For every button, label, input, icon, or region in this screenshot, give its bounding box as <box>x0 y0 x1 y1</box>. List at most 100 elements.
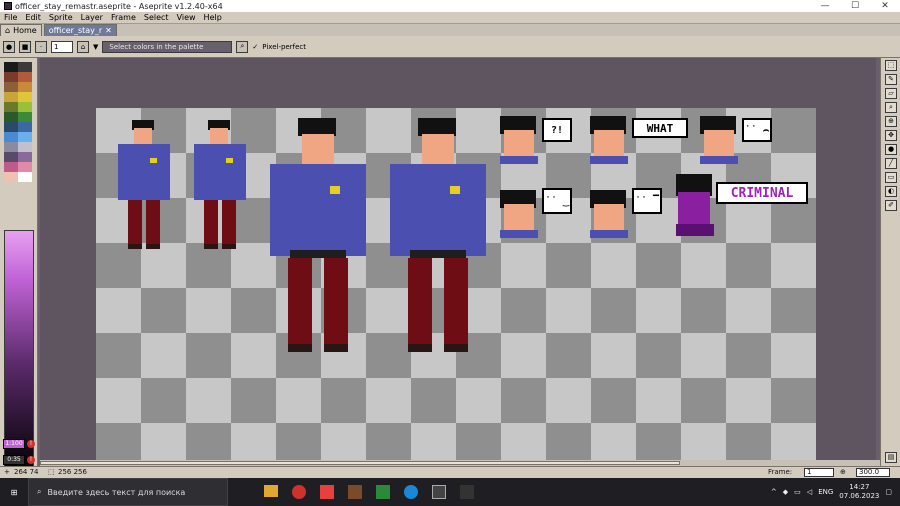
fill-tool-icon[interactable]: ● <box>885 144 897 155</box>
language-indicator[interactable]: ENG <box>818 488 833 496</box>
aseprite-app-icon <box>4 2 12 10</box>
alert-icon: ! <box>27 440 35 448</box>
timeline-toggle-icon[interactable]: ▤ <box>885 452 897 463</box>
menu-view[interactable]: View <box>173 12 200 23</box>
clock[interactable]: 14:27 07.06.2023 <box>839 483 879 501</box>
zoom-icon[interactable]: ⊕ <box>840 467 846 478</box>
palette-swatch[interactable] <box>18 152 32 162</box>
palette-swatch[interactable] <box>4 132 18 142</box>
frame-input[interactable]: 1 <box>804 468 834 477</box>
palette-swatch[interactable] <box>18 142 32 152</box>
brush-type-button[interactable]: ● <box>3 40 15 53</box>
sprite-canvas[interactable]: ?! WHAT ˙˙ ⌢ ˙˙ ‿ ˙˙ ▔ CRIMINAL <box>96 108 816 460</box>
edge-icon[interactable] <box>404 485 418 499</box>
marquee-tool-icon[interactable]: ⬚ <box>885 60 897 71</box>
tools-panel: ⬚ ✎ ▱ ⌕ ⊕ ✥ ● ╱ ▭ ◐ ✐ ▤ <box>880 58 900 466</box>
palette-swatches[interactable] <box>4 62 32 182</box>
menu-file[interactable]: File <box>0 12 21 23</box>
menu-edit[interactable]: Edit <box>21 12 45 23</box>
aseprite-taskbar-icon[interactable] <box>432 485 446 499</box>
app-icon[interactable] <box>320 485 334 499</box>
tab-home[interactable]: ⌂ Home <box>0 24 42 36</box>
palette-swatch[interactable] <box>4 82 18 92</box>
app-icon[interactable] <box>460 485 474 499</box>
move-tool-icon[interactable]: ✥ <box>885 130 897 141</box>
taskbar-search[interactable]: ⌕ Введите здесь текст для поиска <box>28 478 228 506</box>
rectangle-tool-icon[interactable]: ▭ <box>885 172 897 183</box>
palette-swatch[interactable] <box>4 142 18 152</box>
app-icon[interactable] <box>348 485 362 499</box>
brush-size-icon[interactable]: · <box>35 40 47 53</box>
palette-swatch[interactable] <box>4 172 18 182</box>
blur-tool-icon[interactable]: ✐ <box>885 200 897 211</box>
palette-swatch[interactable] <box>4 72 18 82</box>
speech-bubble: ˙˙ ‿ <box>542 188 572 214</box>
zoom-input[interactable]: 300.0 <box>856 468 890 477</box>
background-color-button[interactable]: 0:35 <box>3 455 25 465</box>
palette-swatch[interactable] <box>18 102 32 112</box>
chevron-down-icon[interactable]: ▼ <box>93 43 98 51</box>
palette-swatch[interactable] <box>18 72 32 82</box>
menu-layer[interactable]: Layer <box>77 12 107 23</box>
palette-swatch[interactable] <box>18 162 32 172</box>
speech-bubble: CRIMINAL <box>716 182 808 204</box>
close-window-button[interactable]: ✕ <box>870 0 900 12</box>
palette-swatch[interactable] <box>18 132 32 142</box>
contour-tool-icon[interactable]: ◐ <box>885 186 897 197</box>
pencil-tool-icon[interactable]: ✎ <box>885 74 897 85</box>
speech-bubble: ˙˙ ⌢ <box>742 118 772 142</box>
palette-swatch[interactable] <box>4 122 18 132</box>
eraser-tool-icon[interactable]: ▱ <box>885 88 897 99</box>
menu-select[interactable]: Select <box>140 12 173 23</box>
eyedropper-tool-icon[interactable]: ⌕ <box>885 102 897 113</box>
close-tab-icon[interactable]: ✕ <box>105 25 112 36</box>
tab-home-label: Home <box>13 26 37 35</box>
palette-swatch[interactable] <box>4 162 18 172</box>
tab-sprite[interactable]: officer_stay_r ✕ <box>43 24 117 36</box>
zoom-tool-icon[interactable]: ⊕ <box>885 116 897 127</box>
palette-swatch[interactable] <box>18 172 32 182</box>
menu-sprite[interactable]: Sprite <box>45 12 77 23</box>
app-icon[interactable] <box>292 485 306 499</box>
pixel-perfect-icon[interactable]: ⌕ <box>236 40 249 53</box>
chevron-up-icon[interactable]: ^ <box>771 488 777 496</box>
window-title: officer_stay_remastr.aseprite - Aseprite… <box>15 1 223 11</box>
palette-swatch[interactable] <box>4 112 18 122</box>
palette-swatch[interactable] <box>18 62 32 72</box>
plus-icon: + <box>4 468 10 476</box>
window-title-bar: officer_stay_remastr.aseprite - Aseprite… <box>0 0 900 12</box>
clock-date: 07.06.2023 <box>839 492 880 500</box>
palette-swatch[interactable] <box>18 122 32 132</box>
tab-bar: ⌂ Home officer_stay_r ✕ <box>0 24 900 36</box>
scrollbar-thumb[interactable] <box>40 461 680 465</box>
minimize-button[interactable]: — <box>810 0 840 12</box>
context-toolbar: ● ■ · 1 ⌂ ▼ Select colors in the palette… <box>0 36 900 58</box>
palette-swatch[interactable] <box>4 102 18 112</box>
volume-icon[interactable]: ◁ <box>807 488 812 496</box>
menu-bar: File Edit Sprite Layer Frame Select View… <box>0 12 900 24</box>
menu-frame[interactable]: Frame <box>107 12 140 23</box>
windows-start-icon[interactable]: ⊞ <box>0 478 28 506</box>
foreground-color-button[interactable]: 1:100 <box>3 439 25 449</box>
palette-swatch[interactable] <box>4 92 18 102</box>
tray-icon[interactable]: ◆ <box>783 488 788 496</box>
pixel-perfect-check-icon[interactable]: ✓ <box>252 43 258 51</box>
palette-swatch[interactable] <box>18 82 32 92</box>
brush-shape-button[interactable]: ■ <box>19 40 31 53</box>
notifications-icon[interactable]: ▢ <box>885 488 892 496</box>
pixel-perfect-label: Pixel-perfect <box>262 42 306 51</box>
ink-type-button[interactable]: ⌂ <box>77 40 89 53</box>
brush-size-input[interactable]: 1 <box>51 40 73 53</box>
maximize-button[interactable]: ☐ <box>840 0 870 12</box>
palette-swatch[interactable] <box>4 152 18 162</box>
menu-help[interactable]: Help <box>200 12 226 23</box>
file-explorer-icon[interactable] <box>264 485 278 497</box>
app-icon[interactable] <box>376 485 390 499</box>
palette-swatch[interactable] <box>18 112 32 122</box>
cursor-coords: 264 74 <box>14 468 39 476</box>
line-tool-icon[interactable]: ╱ <box>885 158 897 169</box>
network-icon[interactable]: ▭ <box>794 488 801 496</box>
palette-swatch[interactable] <box>18 92 32 102</box>
editor-workspace: ?! WHAT ˙˙ ⌢ ˙˙ ‿ ˙˙ ▔ CRIMINAL <box>38 58 880 466</box>
palette-swatch[interactable] <box>4 62 18 72</box>
